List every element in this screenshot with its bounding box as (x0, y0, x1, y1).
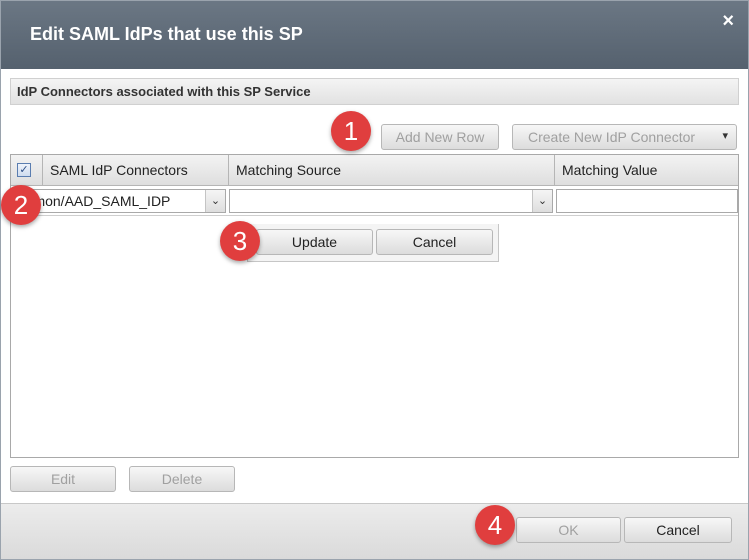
table-row-editing: /Common/AAD_SAML_IDP ⌄ ⌄ (11, 186, 738, 216)
chevron-down-icon[interactable]: ⌄ (205, 190, 225, 212)
close-icon[interactable]: × (722, 11, 734, 31)
grid-header: ✓ SAML IdP Connectors Matching Source Ma… (11, 155, 738, 186)
callout-badge-4: 4 (475, 505, 515, 545)
column-header-saml-idp-connectors[interactable]: SAML IdP Connectors (43, 155, 229, 185)
matching-source-select[interactable]: ⌄ (229, 189, 553, 213)
idp-connector-select[interactable]: /Common/AAD_SAML_IDP ⌄ (13, 189, 226, 213)
edit-saml-idps-dialog: Edit SAML IdPs that use this SP × IdP Co… (0, 0, 749, 560)
callout-badge-3: 3 (220, 221, 260, 261)
column-header-matching-value[interactable]: Matching Value (555, 155, 738, 185)
chevron-down-icon[interactable]: ⌄ (532, 190, 552, 212)
dialog-titlebar: Edit SAML IdPs that use this SP × (1, 1, 748, 69)
add-new-row-button[interactable]: Add New Row (381, 124, 499, 150)
ok-button[interactable]: OK (516, 517, 621, 543)
callout-badge-1: 1 (331, 111, 371, 151)
section-header-label: IdP Connectors associated with this SP S… (17, 84, 311, 99)
column-header-matching-source[interactable]: Matching Source (229, 155, 555, 185)
dialog-title: Edit SAML IdPs that use this SP (30, 24, 303, 44)
matching-value-input[interactable] (556, 189, 738, 213)
select-all-checkbox[interactable]: ✓ (17, 163, 31, 177)
idp-connectors-grid: ✓ SAML IdP Connectors Matching Source Ma… (10, 154, 739, 458)
footer-cancel-button[interactable]: Cancel (624, 517, 732, 543)
create-idp-connector-button[interactable]: Create New IdP Connector ▾ (512, 124, 737, 150)
select-all-cell: ✓ (11, 155, 43, 185)
create-idp-connector-label: Create New IdP Connector (528, 129, 696, 145)
section-header: IdP Connectors associated with this SP S… (10, 78, 739, 105)
edit-button[interactable]: Edit (10, 466, 116, 492)
delete-button[interactable]: Delete (129, 466, 235, 492)
callout-badge-2: 2 (1, 185, 41, 225)
chevron-down-icon: ▾ (722, 130, 728, 142)
row-cancel-button[interactable]: Cancel (376, 229, 493, 255)
update-button[interactable]: Update (256, 229, 373, 255)
